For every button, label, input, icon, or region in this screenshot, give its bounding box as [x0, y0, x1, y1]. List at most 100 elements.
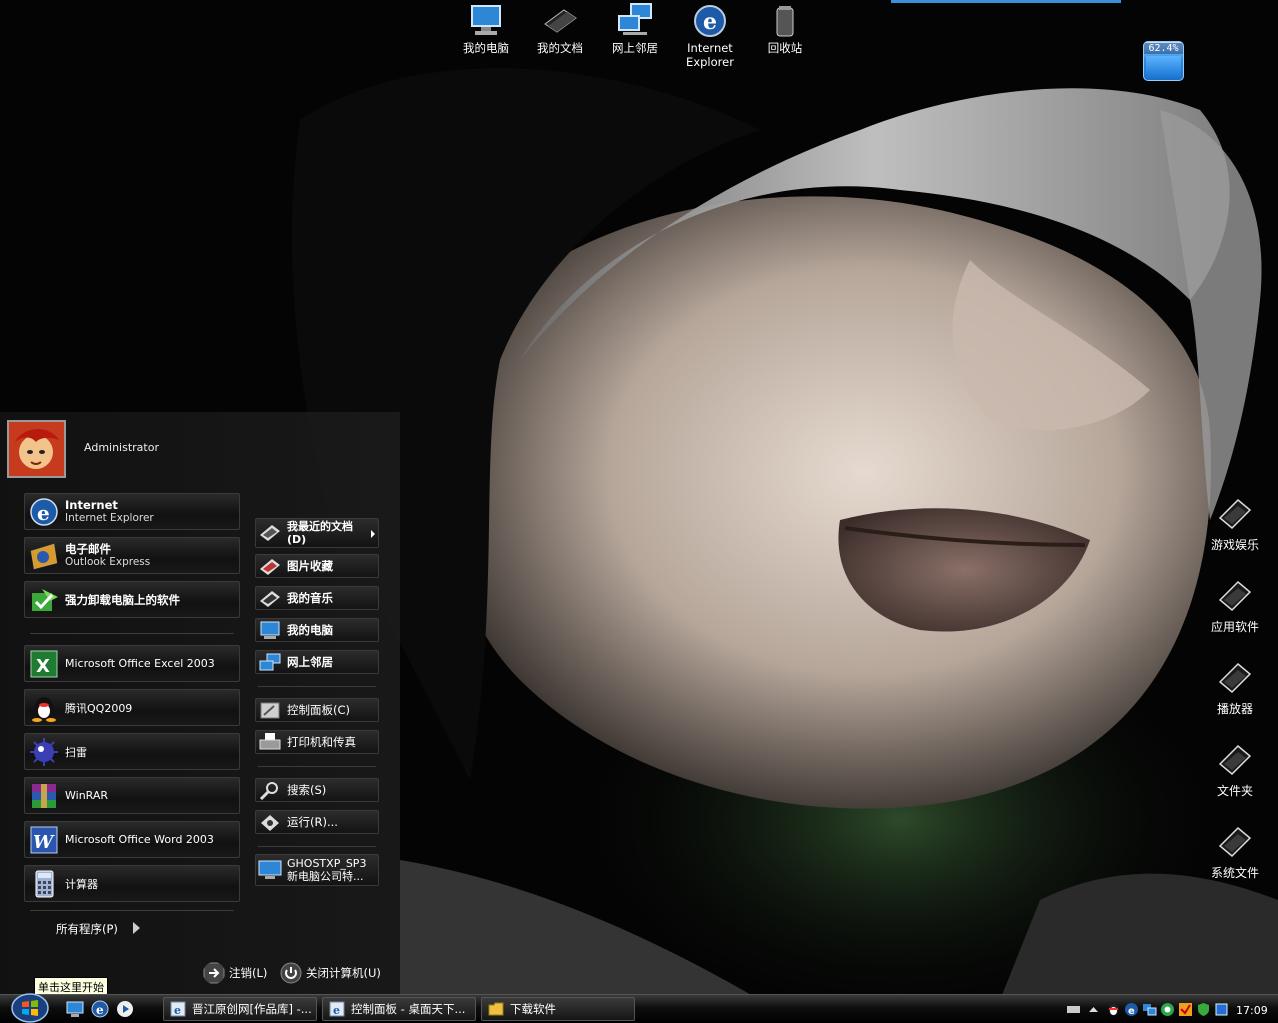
pinned-email[interactable]: 电子邮件 Outlook Express — [24, 537, 240, 574]
place-printers[interactable]: 打印机和传真 — [255, 730, 379, 754]
desktop-icon-network-places[interactable]: 网上邻居 — [597, 2, 673, 55]
folder-shortcut-icon — [1218, 826, 1252, 858]
place-my-computer[interactable]: 我的电脑 — [255, 618, 379, 642]
folder-shortcut-icon — [1218, 580, 1252, 612]
my-music-icon — [260, 591, 280, 607]
user-name: Administrator — [84, 441, 159, 454]
qq-tray-icon[interactable] — [1106, 1002, 1121, 1017]
desktop-icon-players[interactable]: 播放器 — [1199, 658, 1271, 717]
place-label: 打印机和传真 — [287, 735, 356, 749]
menu-separator — [30, 633, 234, 634]
task-label: 控制面板 - 桌面天下... — [351, 1002, 466, 1016]
recent-label: Microsoft Office Word 2003 — [65, 833, 214, 846]
desktop-icon-games[interactable]: 游戏娱乐 — [1199, 494, 1271, 553]
monitor-icon — [258, 860, 282, 879]
all-programs-button[interactable]: 所有程序(P) — [56, 921, 118, 937]
desktop-icon-internet-explorer[interactable]: e Internet Explorer — [672, 2, 748, 69]
recent-word[interactable]: W Microsoft Office Word 2003 — [24, 821, 240, 858]
antivirus-tray-icon[interactable] — [1178, 1002, 1193, 1017]
recent-winrar[interactable]: WinRAR — [24, 777, 240, 814]
my-computer-icon — [471, 5, 501, 35]
ie-tray-icon[interactable]: e — [1124, 1002, 1139, 1017]
control-panel-icon — [260, 702, 280, 719]
svg-text:e: e — [96, 1003, 104, 1017]
start-button[interactable] — [6, 993, 54, 1023]
avatar-image — [9, 422, 64, 476]
place-search[interactable]: 搜索(S) — [255, 778, 379, 802]
place-label: 网上邻居 — [287, 655, 333, 669]
desktop-icon-my-documents[interactable]: 我的文档 — [522, 2, 598, 55]
accent-strip — [891, 0, 1121, 3]
minesweeper-icon — [30, 738, 58, 766]
recent-label: 扫雷 — [65, 745, 87, 759]
recent-calculator[interactable]: 计算器 — [24, 865, 240, 902]
network-tray-icon[interactable] — [1142, 1002, 1157, 1017]
quick-launch-media-icon[interactable] — [116, 1000, 134, 1018]
clock[interactable]: 17:09 — [1236, 1004, 1268, 1017]
menu-separator — [258, 686, 376, 687]
security-tray-icon[interactable] — [1160, 1002, 1175, 1017]
place-label: 图片收藏 — [287, 559, 333, 573]
calculator-icon — [35, 870, 54, 898]
shut-down-button[interactable]: 关闭计算机(U) — [280, 962, 381, 984]
excel-icon: X — [30, 650, 58, 678]
desktop-icon-recycle-bin[interactable]: 回收站 — [747, 2, 823, 55]
gauge-fill — [1146, 55, 1181, 78]
place-label: 搜索(S) — [287, 783, 327, 797]
pinned-uninstaller[interactable]: 强力卸载电脑上的软件 — [24, 581, 240, 618]
place-control-panel[interactable]: 控制面板(C) — [255, 698, 379, 722]
shut-down-label: 关闭计算机(U) — [306, 966, 381, 980]
place-ghostxp[interactable]: GHOSTXP_SP3 新电脑公司特... — [255, 854, 379, 886]
cpu-usage-gauge[interactable]: 62.4% — [1143, 41, 1184, 81]
pinned-subtitle: Outlook Express — [65, 556, 151, 568]
recent-qq[interactable]: 腾讯QQ2009 — [24, 689, 240, 726]
folder-shortcut-icon — [1218, 662, 1252, 694]
place-my-pictures[interactable]: 图片收藏 — [255, 554, 379, 578]
desktop-icon-label: 我的文档 — [537, 41, 583, 55]
ie-window-icon: e — [170, 1001, 186, 1017]
show-desktop-icon[interactable] — [66, 1000, 84, 1018]
recent-documents-icon — [260, 525, 280, 541]
submenu-arrow-icon — [371, 530, 375, 538]
quick-launch-ie-icon[interactable]: e — [91, 1000, 109, 1018]
pinned-internet[interactable]: e Internet Internet Explorer — [24, 493, 240, 530]
folder-shortcut-icon — [1218, 498, 1252, 530]
volume-icon[interactable] — [1214, 1002, 1229, 1017]
menu-separator — [258, 766, 376, 767]
folder-shortcut-icon — [1218, 744, 1252, 776]
desktop-icon-label: 游戏娱乐 — [1210, 538, 1259, 552]
folder-window-icon — [488, 1002, 504, 1016]
tray-expand-icon[interactable] — [1086, 1002, 1101, 1017]
svg-text:e: e — [333, 1004, 340, 1017]
keyboard-icon[interactable] — [1066, 1002, 1081, 1017]
task-button-downloads[interactable]: 下载软件 — [481, 997, 635, 1021]
word-icon: W — [30, 826, 58, 854]
svg-text:e: e — [1128, 1006, 1135, 1017]
task-button-control-panel[interactable]: e 控制面板 - 桌面天下... — [322, 997, 476, 1021]
shield-icon[interactable] — [1196, 1002, 1211, 1017]
desktop-icon-folders[interactable]: 文件夹 — [1199, 740, 1271, 799]
svg-text:W: W — [33, 832, 55, 853]
place-recent-documents[interactable]: 我最近的文档 (D) — [255, 518, 379, 548]
user-avatar[interactable] — [7, 420, 66, 478]
recent-minesweeper[interactable]: 扫雷 — [24, 733, 240, 770]
desktop-icon-my-computer[interactable]: 我的电脑 — [448, 2, 524, 55]
log-off-button[interactable]: 注销(L) — [203, 962, 267, 984]
desktop-icon-system-files[interactable]: 系统文件 — [1199, 822, 1271, 881]
chevron-right-icon — [133, 922, 140, 934]
recycle-bin-icon — [776, 6, 794, 37]
task-button-jjwxc[interactable]: e 晋江原创网[作品库] -... — [163, 997, 317, 1021]
task-label: 下载软件 — [510, 1002, 556, 1016]
place-network-places[interactable]: 网上邻居 — [255, 650, 379, 674]
place-run[interactable]: 运行(R)... — [255, 810, 379, 834]
desktop-icon-label: 网上邻居 — [612, 41, 658, 55]
pinned-title: 强力卸载电脑上的软件 — [65, 592, 180, 607]
place-my-music[interactable]: 我的音乐 — [255, 586, 379, 610]
uninstaller-icon — [32, 589, 58, 611]
recent-excel[interactable]: X Microsoft Office Excel 2003 — [24, 645, 240, 682]
place-label: 我最近的文档 (D) — [287, 520, 353, 546]
internet-explorer-icon: e — [30, 498, 58, 526]
desktop-icon-applications[interactable]: 应用软件 — [1199, 576, 1271, 635]
pinned-title: Internet — [65, 498, 118, 512]
my-pictures-icon — [260, 559, 280, 575]
